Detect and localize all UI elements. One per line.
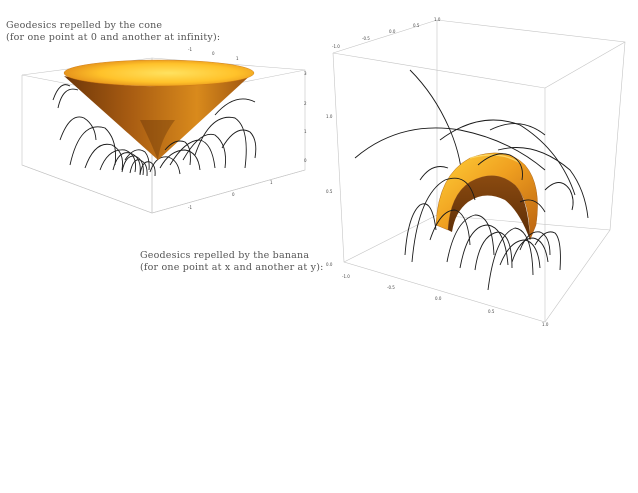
banana-tick-bottom-3: 0.5 — [488, 309, 495, 314]
banana-tick-bottom-4: 1.0 — [542, 322, 549, 327]
banana-tick-top-2: 0.0 — [389, 29, 396, 34]
cone-tick-top-0: -1 — [188, 47, 192, 52]
cone-tick-bottom-2: 1 — [270, 180, 273, 185]
cone-tick-bottom-0: -1 — [188, 205, 192, 210]
banana-tick-left-1: 0.5 — [326, 189, 333, 194]
cone-tick-bottom-1: 0 — [232, 192, 235, 197]
cone-tick-top-1: 0 — [212, 51, 215, 56]
banana-tick-bottom-0: -1.0 — [342, 274, 350, 279]
banana-surface — [435, 152, 538, 241]
banana-tick-bottom-1: -0.5 — [387, 285, 395, 290]
banana-tick-top-1: -0.5 — [362, 36, 370, 41]
cone-tick-right-2: 1 — [304, 129, 307, 134]
cone-surface — [63, 59, 255, 160]
banana-tick-top-0: -1.0 — [332, 44, 340, 49]
cone-tick-right-0: 3 — [304, 71, 307, 76]
cone-tick-right-3: 0 — [304, 158, 307, 163]
cone-tick-top-2: 1 — [236, 56, 239, 61]
banana-tick-bottom-2: 0.0 — [435, 296, 442, 301]
banana-tick-top-4: 1.0 — [434, 17, 441, 22]
banana-tick-left-2: 0.0 — [326, 262, 333, 267]
figure-canvas: -1 0 1 3 2 1 0 -1 0 1 -1.0 -0.5 0.0 0.5 … — [21, 17, 626, 327]
cone-plot: -1 0 1 3 2 1 0 -1 0 1 — [21, 47, 307, 214]
banana-tick-top-3: 0.5 — [413, 23, 420, 28]
banana-tick-left-0: 1.0 — [326, 114, 333, 119]
cone-tick-right-1: 2 — [304, 101, 307, 106]
banana-plot: -1.0 -0.5 0.0 0.5 1.0 1.0 0.5 0.0 -1.0 -… — [326, 17, 626, 327]
